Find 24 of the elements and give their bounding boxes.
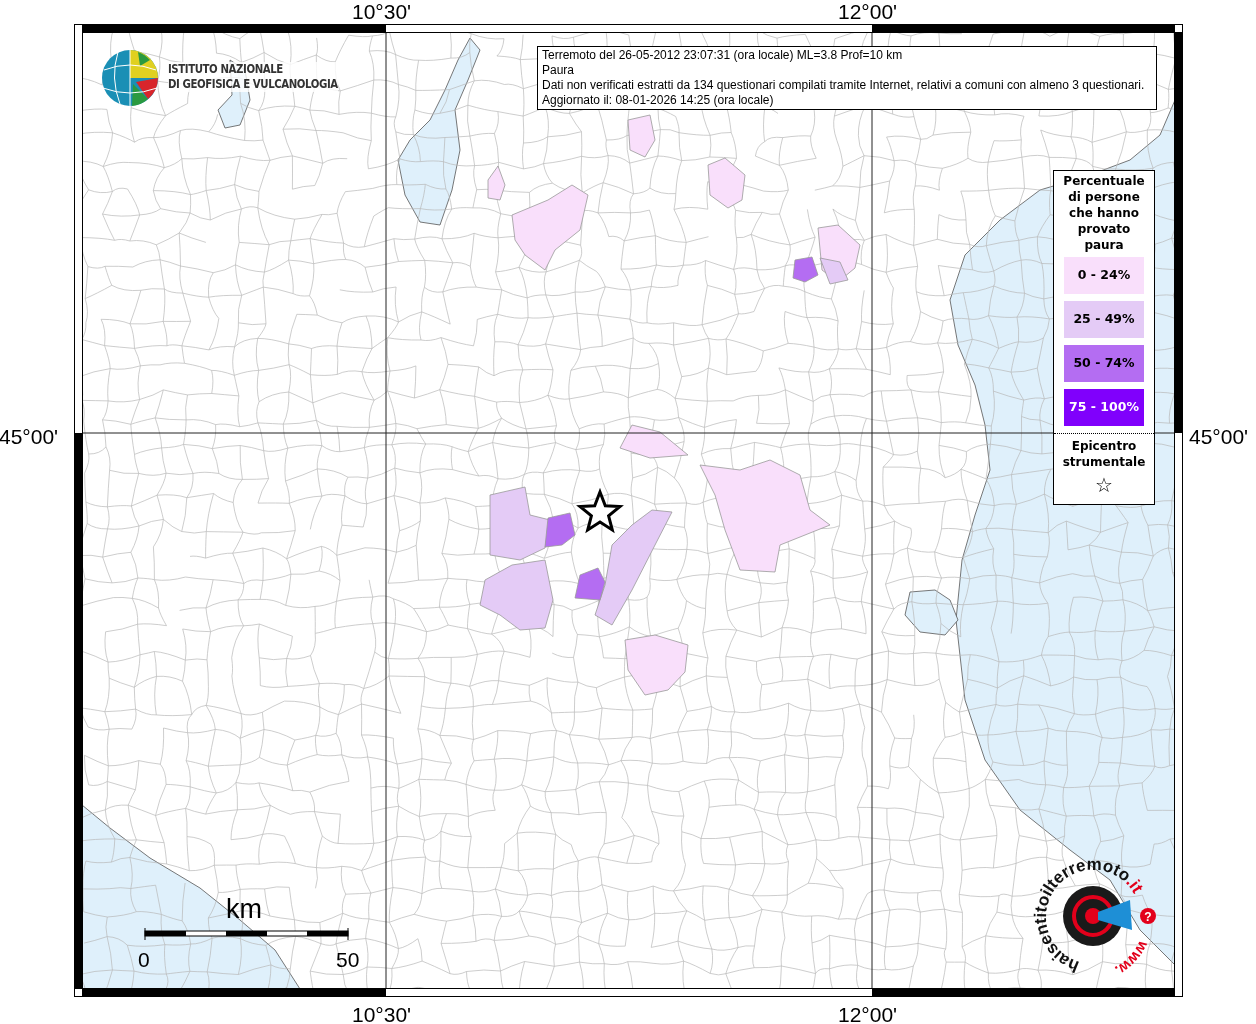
epicenter-star-icon: [576, 487, 624, 534]
axis-label: 45°00': [1189, 424, 1249, 450]
info-line: Dati non verificati estratti da 134 questionari compilati tramite Internet, relativi a comuni con almeno 3 questionari.: [542, 78, 1146, 93]
axis-label: 10°30': [352, 1002, 412, 1024]
globe-logo-icon: [102, 49, 158, 107]
scale-tick-label: 50: [336, 947, 360, 973]
scale-tick-label: 0: [138, 947, 150, 973]
info-line: Terremoto del 26-05-2012 23:07:31 (ora locale) ML=3.8 Prof=10 km: [542, 48, 904, 63]
info-line: Aggiornato il: 08-01-2026 14:25 (ora locale): [542, 93, 775, 108]
star-icon: ☆: [1095, 473, 1113, 497]
legend-title: Percentuale di persone che hanno provato paura: [1062, 173, 1146, 253]
legend-class: 50 - 74%: [1064, 345, 1144, 382]
legend-class: 0 - 24%: [1064, 257, 1144, 294]
institute-name: ISTITUTO NAZIONALE: [168, 62, 338, 77]
info-line: Paura: [542, 63, 576, 78]
axis-label: 12°00': [838, 1002, 898, 1024]
epicenter-label: Epicentro strumentale: [1061, 438, 1147, 470]
legend-class: 75 - 100%: [1064, 389, 1144, 426]
axis-label: 12°00': [838, 0, 898, 25]
scale-unit: km: [226, 893, 262, 926]
axis-label: 10°30': [352, 0, 412, 25]
axis-label: 45°00': [0, 424, 59, 450]
institute-name: DI GEOFISICA E VULCANOLOGIA: [168, 77, 338, 92]
legend-class: 25 - 49%: [1064, 301, 1144, 338]
